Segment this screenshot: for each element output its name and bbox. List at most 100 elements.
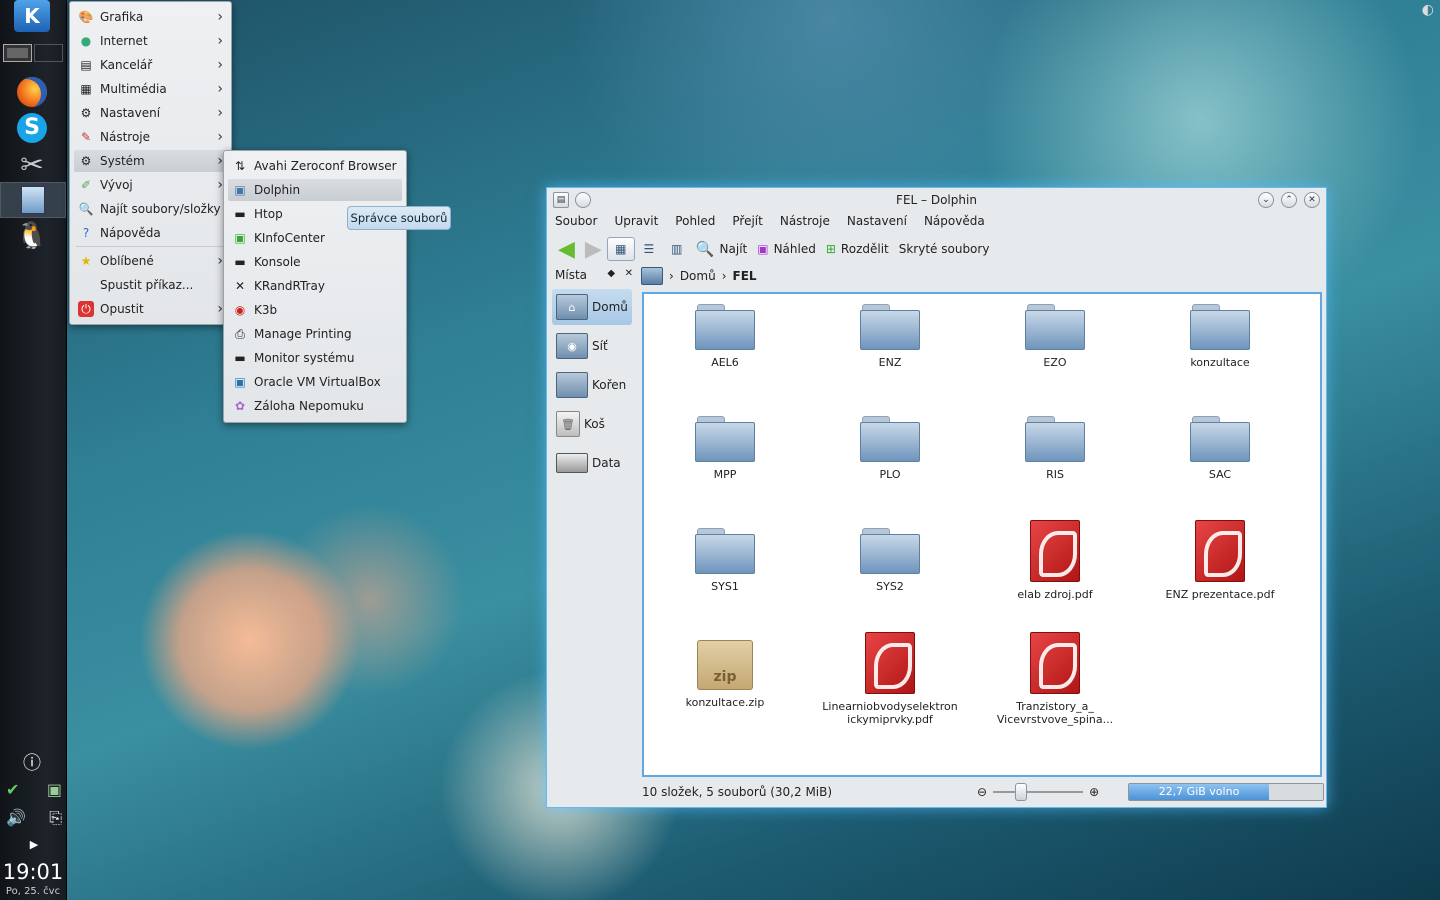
submenu-item-krandrtray[interactable]: ✕ KRandRTray [228, 275, 402, 297]
menu-item-napoveda[interactable]: ? Nápověda [74, 222, 227, 244]
place-kos[interactable]: 🗑 Koš [552, 406, 632, 442]
file-item[interactable]: zip konzultace.zip [660, 640, 790, 709]
zoom-in-icon[interactable]: ⊕ [1089, 785, 1099, 799]
pin-icon[interactable] [575, 192, 591, 208]
dolphin-task-icon[interactable] [0, 182, 66, 218]
menu-item-opustit[interactable]: ⏻ Opustit › [74, 298, 227, 320]
submenu-item-k3b[interactable]: ◉ K3b [228, 299, 402, 321]
root-folder-icon [556, 372, 588, 398]
submenu-item-nepomuk[interactable]: ✿ Záloha Nepomuku [228, 395, 402, 417]
minimize-icon[interactable]: ⌄ [1258, 192, 1274, 208]
file-item[interactable]: SYS2 [825, 528, 955, 593]
submenu-item-kinfocenter[interactable]: ▣ KInfoCenter [228, 227, 402, 249]
volume-icon[interactable]: 🔊 [6, 808, 26, 828]
pidgin-icon[interactable]: 🐧 [14, 218, 50, 254]
maximize-icon[interactable]: ⌃ [1281, 192, 1297, 208]
back-button[interactable]: ◀ [553, 237, 580, 262]
menu-prejit[interactable]: Přejít [732, 214, 762, 228]
network-icon[interactable]: ▣ [47, 780, 62, 799]
submenu-item-avahi[interactable]: ⇅ Avahi Zeroconf Browser [228, 155, 402, 177]
submenu-item-virtualbox[interactable]: ▣ Oracle VM VirtualBox [228, 371, 402, 393]
places-controls[interactable]: ◆ ✕ [607, 268, 633, 282]
menu-nastaveni[interactable]: Nastavení [847, 214, 907, 228]
zoom-slider-handle[interactable] [1015, 783, 1028, 801]
columns-view-button[interactable]: ▥ [663, 237, 691, 261]
menu-nastroje[interactable]: Nástroje [780, 214, 830, 228]
desktop-toolbox-icon[interactable]: ◐ [1422, 2, 1434, 18]
menu-item-oblibene[interactable]: ★ Oblíbené › [74, 250, 227, 272]
update-ok-icon[interactable]: ✔ [6, 780, 19, 799]
file-item[interactable]: Linearniobvodyselektron ickymiprvky.pdf [810, 632, 970, 726]
split-button[interactable]: ⊞ Rozdělit [821, 237, 894, 261]
places-panel-header: Místa ◆ ✕ [555, 268, 633, 282]
file-item[interactable]: AEL6 [660, 304, 790, 369]
skype-icon[interactable]: S [14, 110, 50, 146]
menu-napoveda[interactable]: Nápověda [924, 214, 985, 228]
place-data[interactable]: Data [552, 445, 632, 481]
submenu-item-manage-printing[interactable]: ⎙ Manage Printing [228, 323, 402, 345]
tools-icon[interactable]: ✂ [14, 146, 50, 182]
desktop-2[interactable] [34, 44, 63, 62]
file-item[interactable]: elab zdroj.pdf [990, 520, 1120, 601]
menu-upravit[interactable]: Upravit [614, 214, 658, 228]
file-item[interactable]: MPP [660, 416, 790, 481]
menu-item-internet[interactable]: ● Internet › [74, 30, 227, 52]
zoom-slider[interactable] [993, 783, 1084, 801]
chevron-right-icon: › [217, 33, 223, 49]
window-menu-icon[interactable]: ▤ [553, 192, 569, 208]
place-sit[interactable]: ◉ Síť [552, 328, 632, 364]
menu-separator [76, 246, 225, 247]
submenu-item-konsole[interactable]: ▬ Konsole [228, 251, 402, 273]
file-item[interactable]: Tranzistory_a_ Vicevrstvove_spina... [985, 632, 1125, 726]
file-item[interactable]: SAC [1155, 416, 1285, 481]
columns-view-icon: ▥ [671, 242, 683, 256]
breadcrumb-domu[interactable]: Domů [680, 269, 716, 283]
file-item[interactable]: ENZ prezentace.pdf [1155, 520, 1285, 601]
forward-button[interactable]: ▶ [580, 237, 607, 262]
virtual-desktop-pager[interactable] [3, 44, 63, 62]
clipboard-icon[interactable]: ⎘ [49, 808, 62, 828]
file-item[interactable]: SYS1 [660, 528, 790, 593]
desktop-1[interactable] [3, 44, 32, 62]
menu-pohled[interactable]: Pohled [675, 214, 715, 228]
power-icon: ⏻ [78, 301, 94, 317]
file-item[interactable]: RIS [990, 416, 1120, 481]
breadcrumb-fel[interactable]: FEL [733, 269, 757, 283]
menu-item-grafika[interactable]: 🎨 Grafika › [74, 6, 227, 28]
submenu-item-monitor[interactable]: ▬ Monitor systému [228, 347, 402, 369]
place-koren[interactable]: Kořen [552, 367, 632, 403]
expand-tray-icon[interactable]: ▶ [30, 838, 38, 851]
home-icon[interactable] [641, 267, 663, 285]
file-item[interactable]: ENZ [825, 304, 955, 369]
file-view[interactable]: AEL6 ENZ EZO konzultace MPP PLO RIS SAC … [642, 292, 1322, 777]
find-button[interactable]: 🔍 Najít [691, 237, 752, 261]
menu-item-nastroje[interactable]: ✎ Nástroje › [74, 126, 227, 148]
menu-item-system[interactable]: ⚙ Systém › [74, 150, 227, 172]
free-space-bar[interactable]: 22,7 GiB volno [1128, 783, 1324, 801]
menu-item-najit[interactable]: 🔍 Najít soubory/složky [74, 198, 227, 220]
title-bar[interactable]: FEL – Dolphin [547, 188, 1326, 212]
dolphin-icon: ▣ [234, 183, 246, 197]
menu-soubor[interactable]: Soubor [555, 214, 597, 228]
kde-launcher-icon[interactable]: K [14, 0, 50, 32]
menu-item-nastaveni[interactable]: ⚙ Nastavení › [74, 102, 227, 124]
hidden-files-button[interactable]: Skryté soubory [894, 237, 995, 261]
clock[interactable]: 19:01 [0, 860, 66, 884]
place-domu[interactable]: ⌂ Domů [552, 289, 632, 325]
submenu-item-dolphin[interactable]: ▣ Dolphin [228, 179, 402, 201]
menu-item-multimedia[interactable]: ▦ Multimédia › [74, 78, 227, 100]
info-icon[interactable]: ⓘ [14, 744, 50, 780]
details-view-button[interactable]: ☰ [635, 237, 663, 261]
file-item[interactable]: konzultace [1155, 304, 1285, 369]
file-item[interactable]: EZO [990, 304, 1120, 369]
zoom-out-icon[interactable]: ⊖ [977, 785, 987, 799]
chevron-right-icon: › [669, 269, 674, 283]
preview-button[interactable]: ▣ Náhled [752, 237, 821, 261]
close-icon[interactable]: ✕ [1304, 192, 1320, 208]
menu-item-kancelar[interactable]: ▤ Kancelář › [74, 54, 227, 76]
menu-item-spustit[interactable]: Spustit příkaz... [74, 274, 227, 296]
icons-view-button[interactable]: ▦ [606, 237, 635, 261]
menu-item-vyvoj[interactable]: ✐ Vývoj › [74, 174, 227, 196]
firefox-icon[interactable] [14, 74, 50, 110]
file-item[interactable]: PLO [825, 416, 955, 481]
